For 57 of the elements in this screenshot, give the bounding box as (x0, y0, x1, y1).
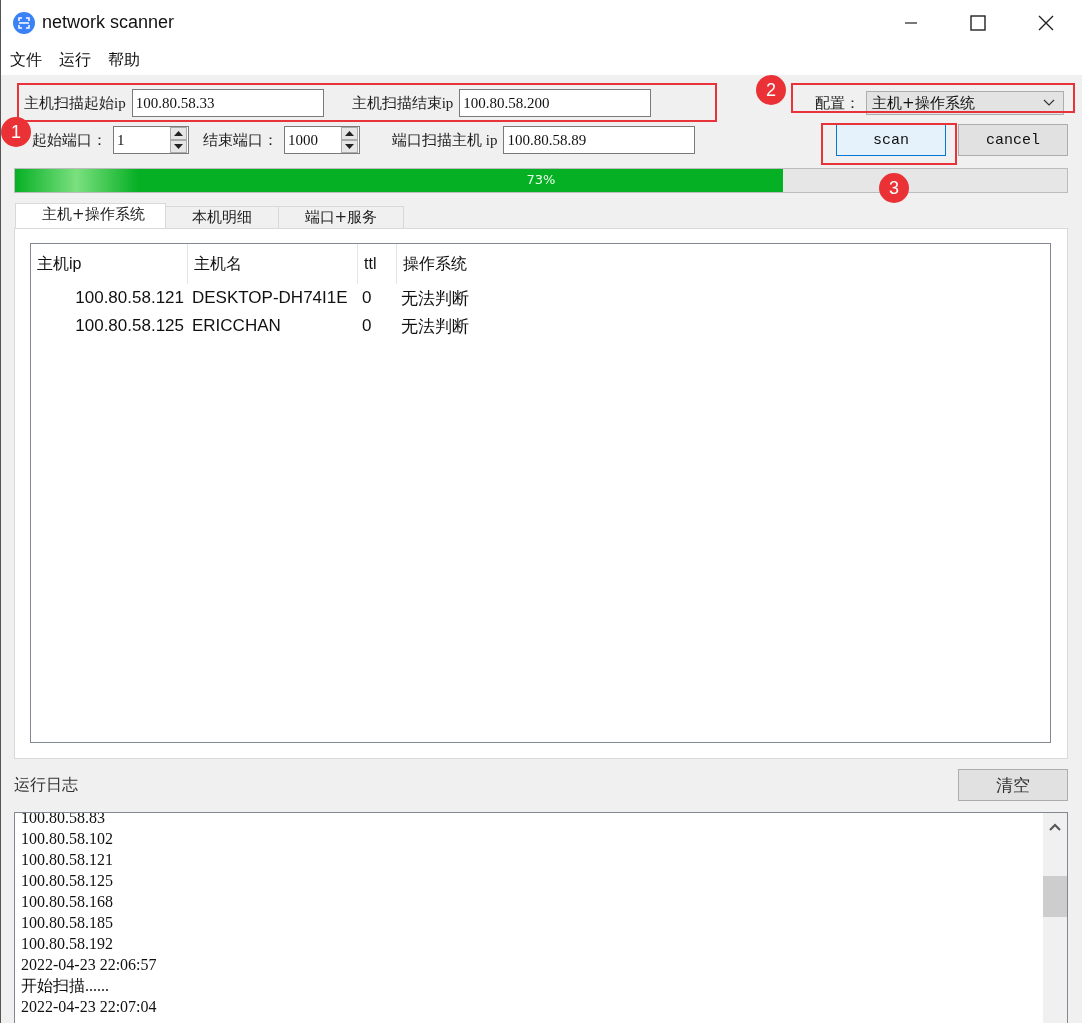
log-line: 100.80.58.192 (21, 934, 114, 954)
table-cell-text: 100.80.58.121 (74, 288, 185, 308)
table-cell-text: 无法判断 (400, 287, 470, 310)
tab[interactable]: 端口+服务 (277, 206, 405, 228)
table-cell-text: 0 (361, 316, 373, 336)
spin-box[interactable]: 1000 (284, 126, 360, 154)
column-header[interactable]: 主机ip (31, 244, 188, 284)
tab[interactable]: 主机+操作系统 (15, 203, 166, 228)
config-dropdown[interactable]: 主机+操作系统 (866, 91, 1064, 115)
up-down-arrows-icon[interactable] (341, 127, 358, 153)
log-line: 100.80.58.102 (21, 829, 114, 849)
field-label: 结束端口： (203, 130, 278, 150)
field-label: 配置： (815, 93, 860, 113)
maximize-icon[interactable] (970, 14, 986, 31)
step-number-badge: 2 (756, 75, 786, 105)
log-line: 100.80.58.185 (21, 913, 114, 933)
action-button[interactable]: scan (836, 124, 946, 156)
step-number-badge: 3 (879, 173, 909, 203)
app-icon (13, 11, 35, 34)
step-number-badge: 1 (1, 117, 31, 147)
log-line: 开始扫描...... (21, 976, 110, 996)
column-header[interactable]: 主机名 (188, 244, 358, 284)
input-field[interactable]: 100.80.58.89 (503, 126, 696, 154)
menu-item[interactable]: 文件 (10, 49, 42, 71)
table-cell-text: DESKTOP-DH74I1E (191, 288, 349, 308)
scroll-thumb[interactable] (1043, 876, 1067, 917)
log-line: 100.80.58.83 (21, 813, 106, 828)
column-header[interactable]: ttl (358, 244, 397, 284)
log-line: 2022-04-23 22:06:57 (21, 955, 158, 975)
spin-box[interactable]: 1 (113, 126, 189, 154)
field-label: 端口扫描主机 ip (392, 130, 498, 150)
clear-button[interactable]: 清空 (958, 769, 1068, 801)
log-line: 100.80.58.168 (21, 892, 114, 912)
scroll-up-icon[interactable] (1049, 823, 1061, 831)
log-label: 运行日志 (14, 774, 78, 796)
close-icon[interactable] (1038, 14, 1054, 31)
log-line: 2022-04-23 22:07:04 (21, 997, 158, 1017)
table-cell-text: ERICCHAN (191, 316, 282, 336)
log-line: 100.80.58.121 (21, 850, 114, 870)
field-label: 主机扫描起始ip (24, 93, 126, 113)
chevron-down-icon (1043, 99, 1055, 107)
window-title: network scanner (42, 12, 175, 33)
input-field[interactable]: 100.80.58.200 (459, 89, 652, 117)
menu-item[interactable]: 运行 (59, 49, 91, 71)
table-cell-text: 100.80.58.125 (74, 316, 185, 336)
input-field[interactable]: 100.80.58.33 (131, 89, 324, 117)
log-line: 100.80.58.125 (21, 871, 114, 891)
column-header[interactable]: 操作系统 (397, 244, 507, 284)
menu-item[interactable]: 帮助 (108, 49, 140, 71)
field-label: 起始端口： (32, 130, 107, 150)
field-label: 主机扫描结束ip (351, 93, 454, 113)
scrollbar[interactable] (1043, 813, 1067, 1023)
table-cell-text: 无法判断 (400, 315, 470, 338)
progress-reading: 73% (526, 172, 556, 187)
table-cell-text: 0 (361, 288, 373, 308)
action-button[interactable]: cancel (958, 124, 1068, 156)
up-down-arrows-icon[interactable] (170, 127, 187, 153)
